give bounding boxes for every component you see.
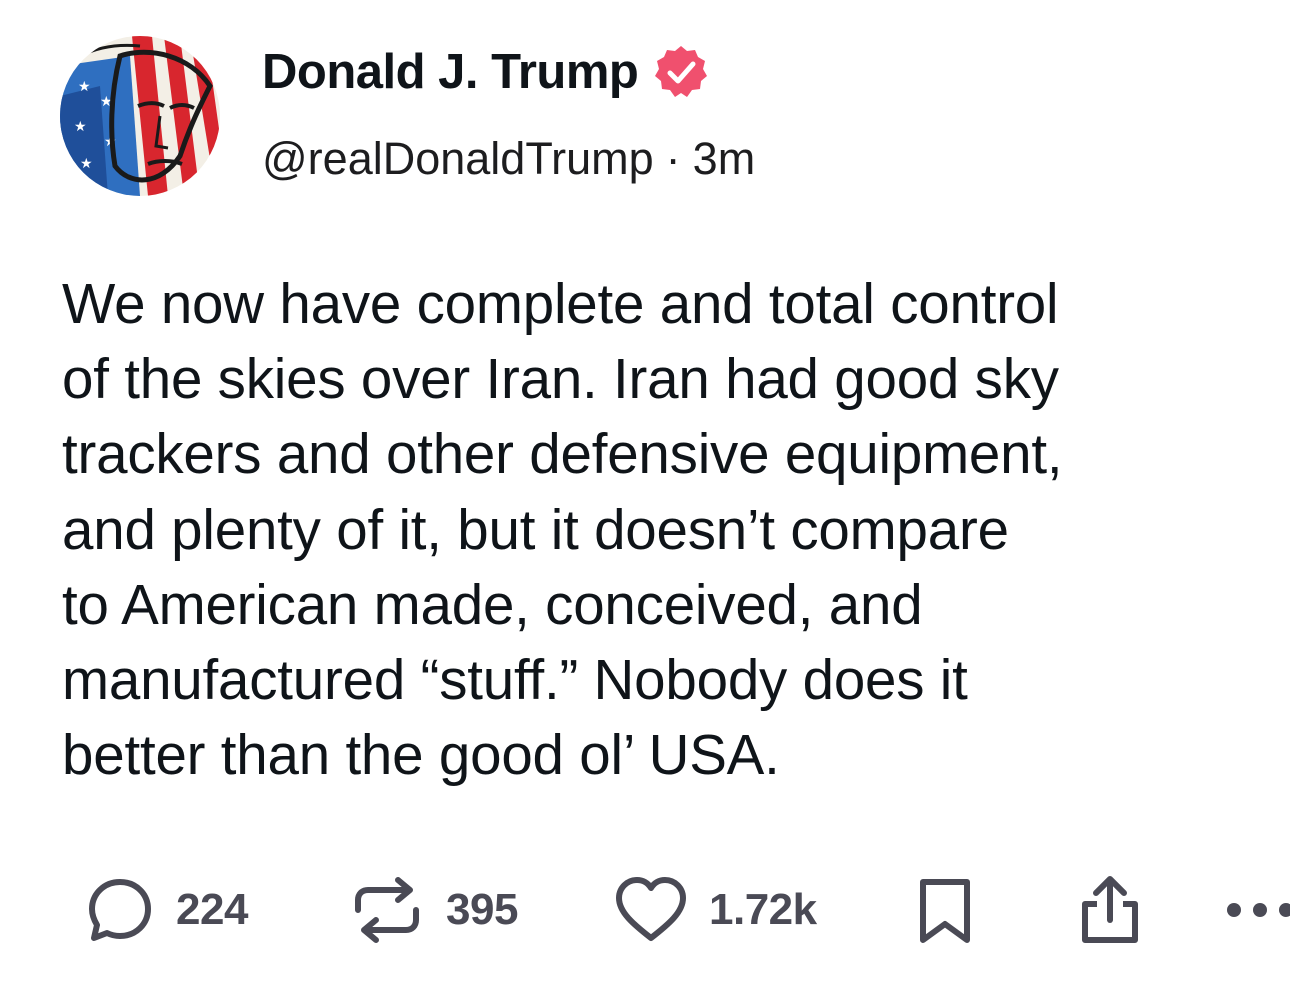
display-name[interactable]: Donald J. Trump xyxy=(262,44,639,100)
like-count: 1.72k xyxy=(709,885,817,934)
bookmark-button[interactable] xyxy=(913,860,977,960)
post-timestamp[interactable]: 3m xyxy=(693,133,756,185)
avatar[interactable]: ★ ★ ★ ★ ★ xyxy=(60,36,220,196)
repost-count: 395 xyxy=(446,885,518,934)
svg-text:★: ★ xyxy=(78,79,91,95)
repost-button[interactable]: 395 xyxy=(348,860,518,960)
author-name-row: Donald J. Trump xyxy=(262,40,710,104)
share-icon xyxy=(1082,876,1138,943)
repost-icon xyxy=(355,877,419,943)
like-button[interactable]: 1.72k xyxy=(613,860,817,960)
verified-badge-icon xyxy=(655,46,708,97)
avatar-image: ★ ★ ★ ★ ★ xyxy=(60,36,220,196)
svg-text:★: ★ xyxy=(80,156,93,172)
post-card: ★ ★ ★ ★ ★ Donald J. Trump @realDonaldTru… xyxy=(0,0,1290,1002)
post-body-text: We now have complete and total control o… xyxy=(62,272,1063,787)
reply-count: 224 xyxy=(176,885,248,934)
share-button[interactable] xyxy=(1075,860,1145,960)
author-meta-row: @realDonaldTrump · 3m xyxy=(262,133,755,185)
more-icon xyxy=(1227,903,1290,917)
svg-text:★: ★ xyxy=(74,119,87,135)
heart-icon xyxy=(616,877,686,941)
more-options-button[interactable] xyxy=(1222,860,1290,960)
meta-separator: · xyxy=(665,133,681,184)
post-actions-bar: 224 395 1.72k xyxy=(0,860,1290,960)
author-handle[interactable]: @realDonaldTrump xyxy=(262,133,654,185)
reply-icon xyxy=(89,879,151,941)
bookmark-icon xyxy=(920,879,970,943)
reply-button[interactable]: 224 xyxy=(84,860,248,960)
